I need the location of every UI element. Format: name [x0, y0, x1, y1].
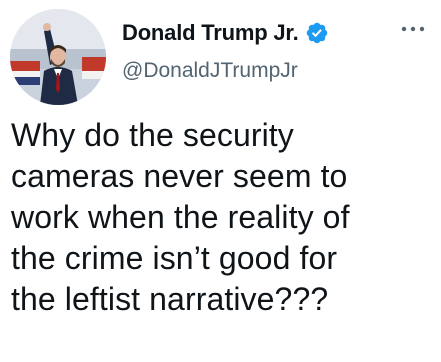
verified-badge-icon: [305, 21, 329, 45]
avatar-image: [10, 9, 106, 105]
more-horizontal-icon[interactable]: [398, 18, 428, 40]
author-name-row: Donald Trump Jr.: [122, 20, 329, 46]
author-handle[interactable]: @DonaldJTrumpJr: [122, 58, 298, 84]
tweet-card: Donald Trump Jr. @DonaldJTrumpJr Why do …: [0, 0, 441, 362]
display-name[interactable]: Donald Trump Jr.: [122, 20, 299, 46]
avatar[interactable]: [10, 9, 106, 105]
tweet-text: Why do the security cameras never seem t…: [11, 117, 350, 317]
